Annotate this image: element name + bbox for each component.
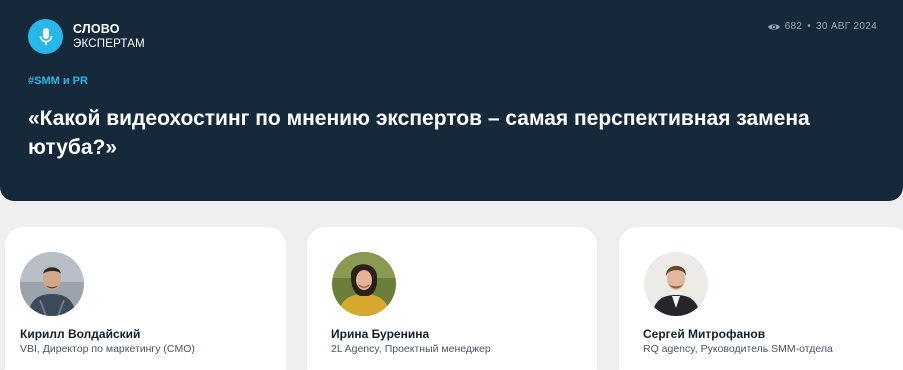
- article-meta: 682 • 30 АВГ 2024: [767, 21, 877, 32]
- expert-name: Ирина Буренина: [331, 327, 430, 341]
- expert-role: RQ agency, Руководитель SMM-отдела: [643, 343, 833, 355]
- site-logo[interactable]: СЛОВО ЭКСПЕРТАМ: [28, 19, 145, 54]
- article-title: «Какой видеохостинг по мнению экспертов …: [28, 107, 810, 159]
- article-header: СЛОВО ЭКСПЕРТАМ 682 • 30 АВГ 2024 #SMM и…: [0, 0, 903, 201]
- avatar: [644, 252, 708, 316]
- eye-icon: [767, 23, 780, 30]
- meta-separator: •: [807, 21, 812, 32]
- expert-name: Сергей Митрофанов: [643, 327, 766, 341]
- publish-date: 30 АВГ 2024: [816, 21, 877, 32]
- expert-role: VBI, Директор по маркетингу (CMO): [20, 343, 195, 355]
- expert-card[interactable]: Сергей Митрофанов RQ agency, Руководител…: [619, 227, 903, 370]
- category-tag[interactable]: #SMM и PR: [28, 75, 88, 87]
- avatar: [332, 252, 396, 316]
- expert-card[interactable]: Ирина Буренина 2L Agency, Проектный мене…: [307, 227, 597, 370]
- expert-name: Кирилл Волдайский: [20, 327, 141, 341]
- view-count: 682: [784, 21, 803, 32]
- logo-text-line1: СЛОВО: [73, 21, 120, 36]
- expert-role: 2L Agency, Проектный менеджер: [331, 343, 491, 355]
- logo-text-line2: ЭКСПЕРТАМ: [73, 37, 145, 50]
- microphone-icon: [28, 19, 63, 54]
- avatar: [20, 252, 84, 316]
- expert-card[interactable]: Кирилл Волдайский VBI, Директор по марке…: [5, 227, 286, 370]
